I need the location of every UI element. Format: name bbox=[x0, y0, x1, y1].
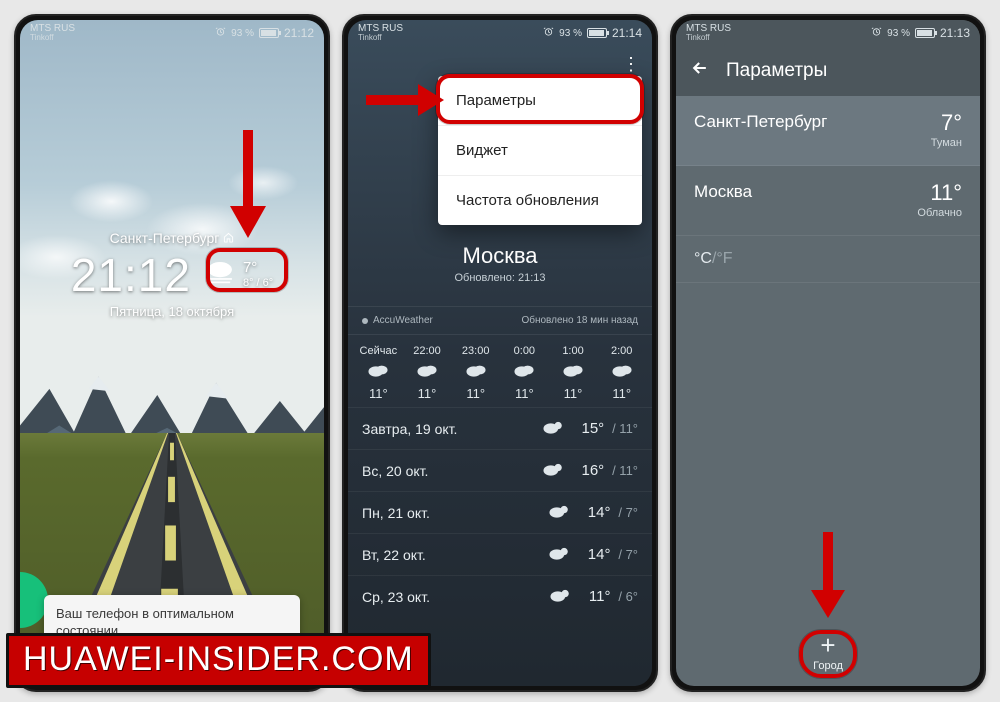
phone-lockscreen: MTS RUS Tinkoff 93 % 21:12 Санкт-Петербу… bbox=[14, 14, 330, 692]
widget-date: Пятница, 18 октября bbox=[20, 304, 324, 319]
daily-row: Пн, 21 окт.14° / 7° bbox=[348, 491, 652, 533]
status-time: 21:12 bbox=[284, 26, 314, 40]
phone-weather-app: MTS RUS Tinkoff 93 % 21:14 ⋮ Облачно Мос… bbox=[342, 14, 658, 692]
settings-title: Параметры bbox=[726, 60, 827, 82]
alarm-icon bbox=[543, 26, 554, 40]
annotation-arrow-icon bbox=[230, 130, 266, 240]
hourly-col: 23:0011° bbox=[451, 345, 500, 401]
cloud-icon bbox=[500, 362, 549, 381]
annotation-arrow-icon bbox=[811, 532, 845, 620]
cloud-icon bbox=[549, 362, 598, 381]
weather-updated: Обновлено: 21:13 bbox=[348, 272, 652, 284]
cloud-night-icon bbox=[542, 419, 564, 438]
battery-icon bbox=[587, 28, 607, 38]
status-bar: MTS RUS Tinkoff 93 % 21:12 bbox=[20, 20, 324, 46]
annotation-highlight bbox=[799, 630, 857, 678]
city-row[interactable]: Санкт-Петербург 7° Туман bbox=[676, 96, 980, 166]
city-row[interactable]: Москва 11° Облачно bbox=[676, 166, 980, 236]
cloud-night-icon bbox=[549, 587, 571, 606]
cloud-night-icon bbox=[542, 461, 564, 480]
phone-settings: MTS RUS Tinkoff 93 % 21:13 Параметры bbox=[670, 14, 986, 692]
weather-city: Москва bbox=[348, 243, 652, 269]
annotation-arrow-icon bbox=[366, 84, 444, 116]
daily-forecast[interactable]: Завтра, 19 окт.15° / 11° Вс, 20 окт.16° … bbox=[348, 407, 652, 617]
hourly-col: 1:0011° bbox=[549, 345, 598, 401]
cloud-icon bbox=[403, 362, 452, 381]
cloud-night-icon bbox=[548, 545, 570, 564]
status-bar: MTS RUS Tinkoff 93 % 21:14 bbox=[348, 20, 652, 46]
hourly-forecast[interactable]: Сейчас11° 22:0011° 23:0011° 0:0011° 1:00… bbox=[348, 335, 652, 407]
hourly-col: 22:0011° bbox=[403, 345, 452, 401]
widget-clock: 21:12 bbox=[71, 248, 191, 302]
battery-icon bbox=[259, 28, 279, 38]
city-list: Санкт-Петербург 7° Туман Москва 11° Обла… bbox=[676, 96, 980, 236]
hourly-col: Сейчас11° bbox=[354, 345, 403, 401]
cloud-icon bbox=[597, 362, 646, 381]
daily-row: Ср, 23 окт.11° / 6° bbox=[348, 575, 652, 617]
alarm-icon bbox=[215, 26, 226, 40]
daily-row: Вс, 20 окт.16° / 11° bbox=[348, 449, 652, 491]
provider-row: AccuWeather Обновлено 18 мин назад bbox=[348, 306, 652, 335]
hourly-col: 2:0011° bbox=[597, 345, 646, 401]
cloud-night-icon bbox=[548, 503, 570, 522]
annotation-highlight bbox=[436, 74, 644, 124]
daily-row: Вт, 22 окт.14° / 7° bbox=[348, 533, 652, 575]
cloud-icon bbox=[354, 362, 403, 381]
menu-item-refresh-rate[interactable]: Частота обновления bbox=[438, 175, 642, 225]
watermark: HUAWEI-INSIDER.COM bbox=[6, 633, 431, 688]
alarm-icon bbox=[871, 26, 882, 40]
wallpaper bbox=[20, 20, 324, 686]
unit-toggle[interactable]: °C/°F bbox=[676, 236, 980, 283]
annotation-highlight bbox=[206, 248, 288, 292]
hourly-col: 0:0011° bbox=[500, 345, 549, 401]
carrier-sub: Tinkoff bbox=[30, 34, 75, 42]
daily-row: Завтра, 19 окт.15° / 11° bbox=[348, 407, 652, 449]
settings-titlebar: Параметры bbox=[676, 46, 980, 96]
menu-item-widget[interactable]: Виджет bbox=[438, 125, 642, 175]
status-bar: MTS RUS Tinkoff 93 % 21:13 bbox=[676, 20, 980, 46]
battery-percent: 93 % bbox=[231, 28, 254, 39]
back-button[interactable] bbox=[690, 58, 710, 84]
provider-dot-icon bbox=[362, 318, 368, 324]
battery-icon bbox=[915, 28, 935, 38]
cloud-icon bbox=[451, 362, 500, 381]
overflow-menu-button[interactable]: ⋮ bbox=[622, 54, 640, 75]
widget-city: Санкт-Петербург bbox=[110, 230, 220, 246]
